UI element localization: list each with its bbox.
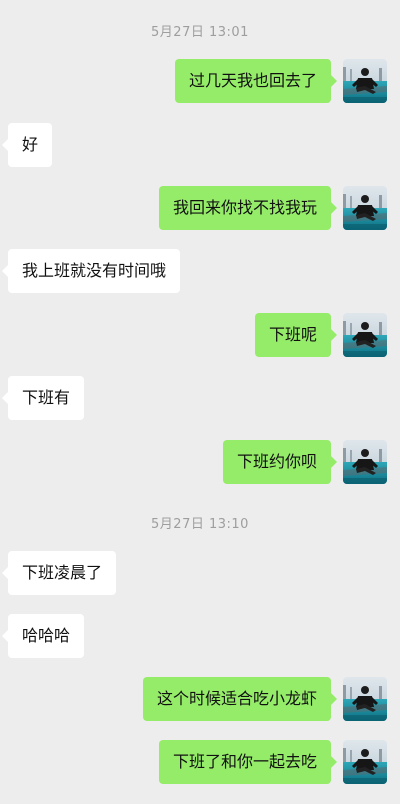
incoming-message[interactable]: 我上班就没有时间哦 bbox=[1, 249, 181, 293]
outgoing-message[interactable]: 我回来你找不找我玩 bbox=[158, 186, 338, 230]
timestamp: 5月27日 13:01 bbox=[151, 25, 249, 40]
outgoing-message[interactable]: 下班约你呗 bbox=[222, 440, 338, 484]
sender-avatar-icon[interactable] bbox=[343, 440, 387, 484]
sender-avatar-icon[interactable] bbox=[343, 313, 387, 357]
incoming-message[interactable]: 下班有 bbox=[1, 376, 85, 420]
sender-avatar-icon[interactable] bbox=[343, 186, 387, 230]
outgoing-message[interactable]: 过几天我也回去了 bbox=[174, 59, 338, 103]
chat-view: 5月27日 13:01 过几天我也回去了 好 我回来你找不找我玩 我上班就没有时… bbox=[0, 0, 400, 804]
outgoing-message[interactable]: 下班了和你一起去吃 bbox=[158, 740, 338, 784]
incoming-message[interactable]: 下班凌晨了 bbox=[1, 551, 117, 595]
incoming-message[interactable]: 哈哈哈 bbox=[1, 614, 85, 658]
sender-avatar-icon[interactable] bbox=[343, 677, 387, 721]
outgoing-message[interactable]: 下班呢 bbox=[254, 313, 338, 357]
sender-avatar-icon[interactable] bbox=[343, 740, 387, 784]
outgoing-message[interactable]: 这个时候适合吃小龙虾 bbox=[142, 677, 338, 721]
incoming-message[interactable]: 好 bbox=[1, 123, 53, 167]
timestamp: 5月27日 13:10 bbox=[151, 517, 249, 532]
sender-avatar-icon[interactable] bbox=[343, 59, 387, 103]
